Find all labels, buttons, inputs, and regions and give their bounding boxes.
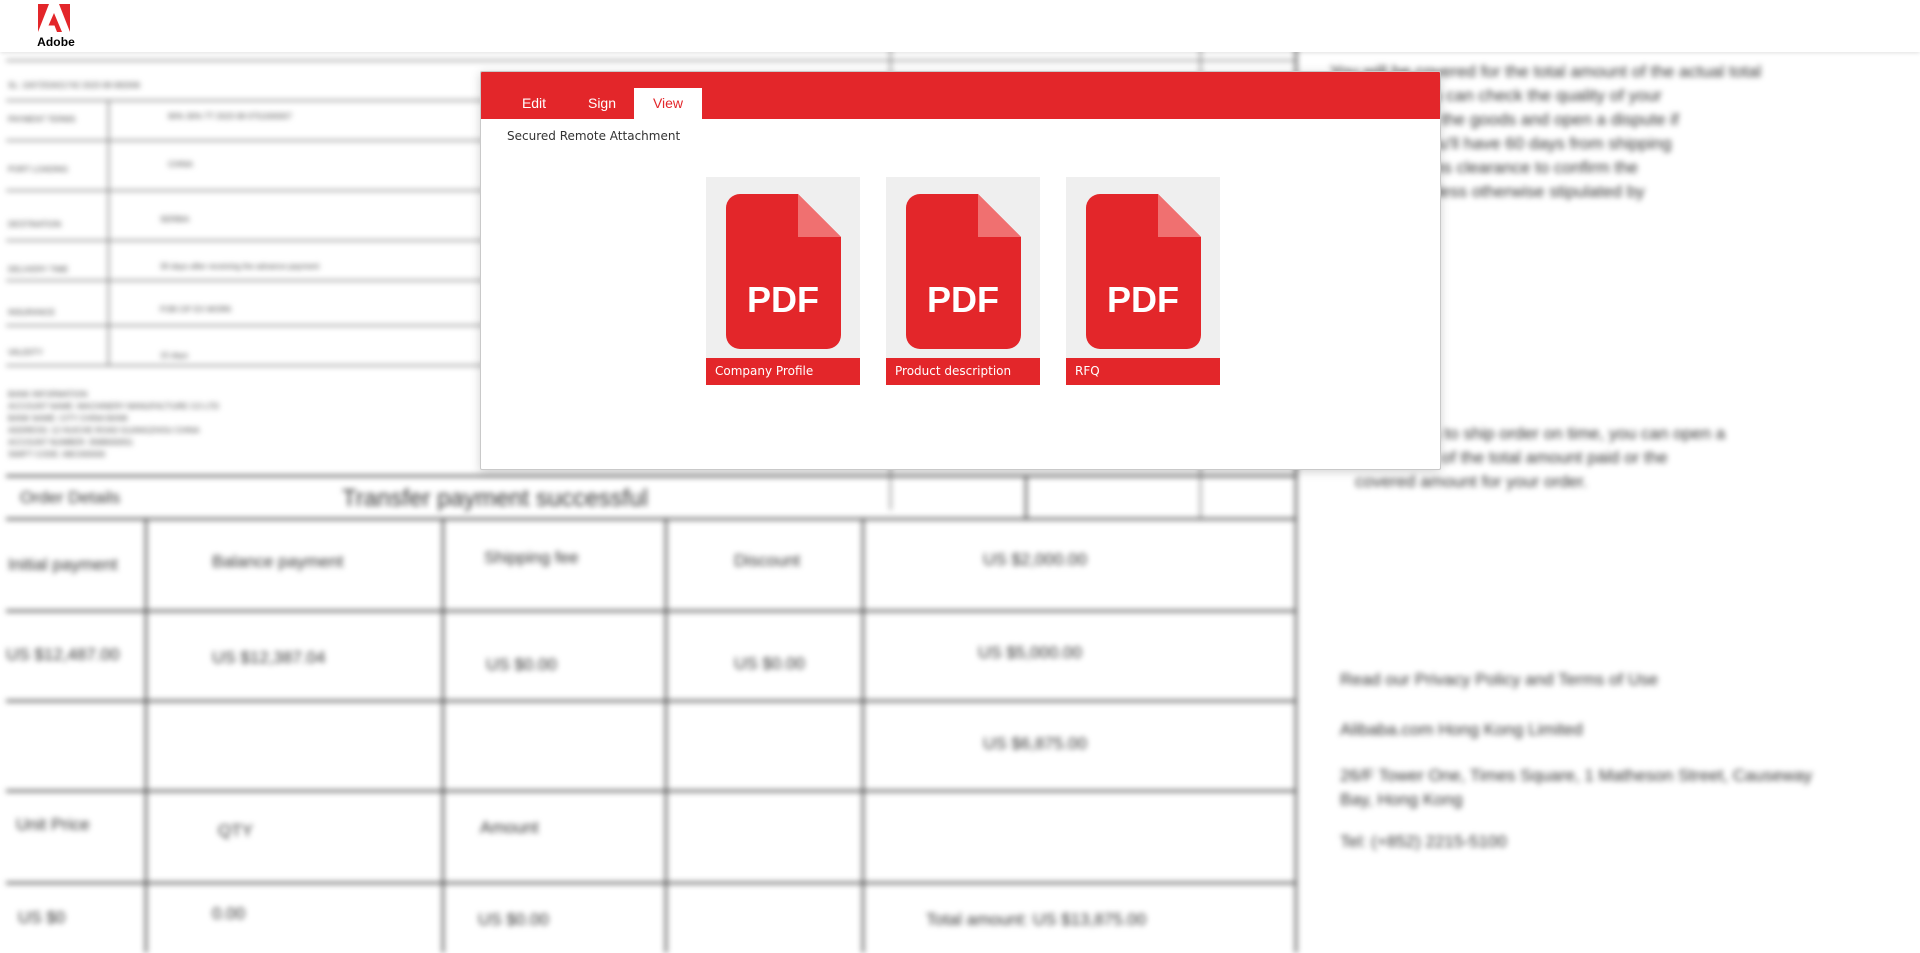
adobe-logo-text: Adobe [37, 35, 75, 49]
tab-sign[interactable]: Sign [582, 88, 622, 119]
attachment-dialog: Edit Sign View Secured Remote Attachment… [480, 71, 1441, 470]
dialog-subtitle: Secured Remote Attachment [507, 129, 681, 143]
pdf-icon-label: PDF [1107, 279, 1179, 320]
tab-view[interactable]: View [634, 88, 702, 119]
file-tile-rfq[interactable]: PDF RFQ [1066, 177, 1220, 385]
tab-edit[interactable]: Edit [514, 88, 554, 119]
page: SL: 1007253421742 2023 08 082006 PAYMENT… [0, 0, 1920, 953]
file-name: Company Profile [706, 358, 860, 385]
adobe-logo-icon [38, 4, 70, 32]
pdf-file-icon: PDF [726, 194, 841, 349]
pdf-file-icon: PDF [1086, 194, 1201, 349]
pdf-icon-label: PDF [927, 279, 999, 320]
file-name: Product description [886, 358, 1040, 385]
pdf-icon-label: PDF [747, 279, 819, 320]
tab-bar: Edit Sign View [481, 72, 1440, 119]
top-bar: Adobe [0, 0, 1920, 52]
file-tile-company-profile[interactable]: PDF Company Profile [706, 177, 860, 385]
pdf-file-icon: PDF [906, 194, 1021, 349]
file-name: RFQ [1066, 358, 1220, 385]
file-tile-product-description[interactable]: PDF Product description [886, 177, 1040, 385]
adobe-logo[interactable]: Adobe [33, 4, 79, 49]
